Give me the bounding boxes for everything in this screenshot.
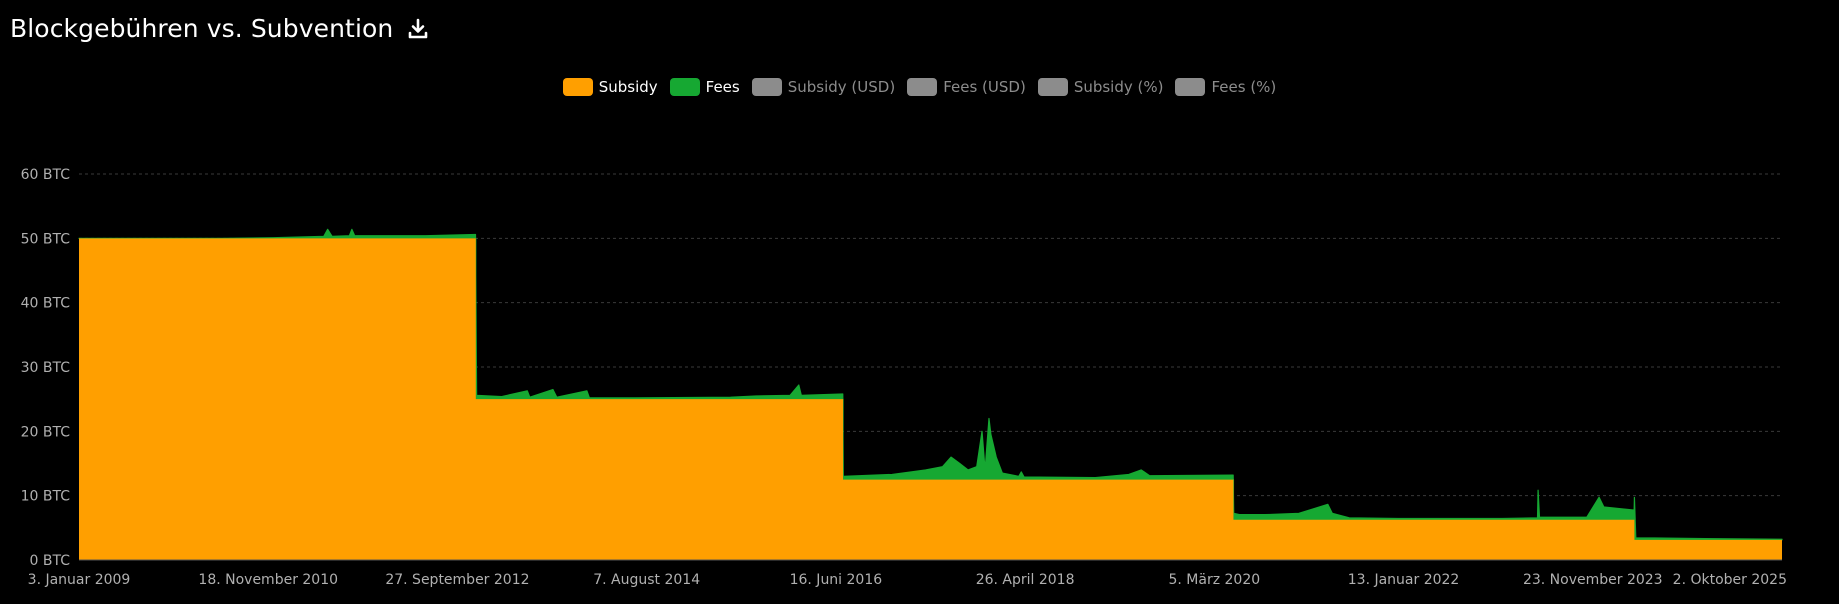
x-tick-label: 13. Januar 2022 — [1348, 572, 1460, 588]
x-tick-label: 5. März 2020 — [1169, 572, 1261, 588]
y-tick-label: 40 BTC — [21, 296, 71, 312]
y-tick-label: 20 BTC — [21, 424, 71, 440]
chart-area[interactable]: 0 BTC 10 BTC 20 BTC 30 BTC 40 BTC 50 BTC 60 BT… — [0, 0, 1839, 604]
x-tick-label: 18. November 2010 — [198, 572, 338, 588]
y-tick-label: 50 BTC — [21, 231, 71, 247]
x-tick-label: 7. August 2014 — [593, 572, 700, 588]
x-tick-label: 26. April 2018 — [976, 572, 1075, 588]
y-tick-label: 0 BTC — [30, 553, 71, 569]
series-area-subsidy — [79, 238, 1782, 561]
x-tick-label: 23. November 2023 — [1523, 572, 1663, 588]
x-tick-label: 16. Juni 2016 — [790, 572, 883, 588]
x-tick-label: 3. Januar 2009 — [28, 572, 131, 588]
y-tick-label: 60 BTC — [21, 167, 71, 183]
y-tick-label: 30 BTC — [21, 360, 71, 376]
y-tick-label: 10 BTC — [21, 489, 71, 505]
x-tick-label: 2. Oktober 2025 — [1673, 572, 1787, 588]
x-tick-label: 27. September 2012 — [385, 572, 529, 588]
